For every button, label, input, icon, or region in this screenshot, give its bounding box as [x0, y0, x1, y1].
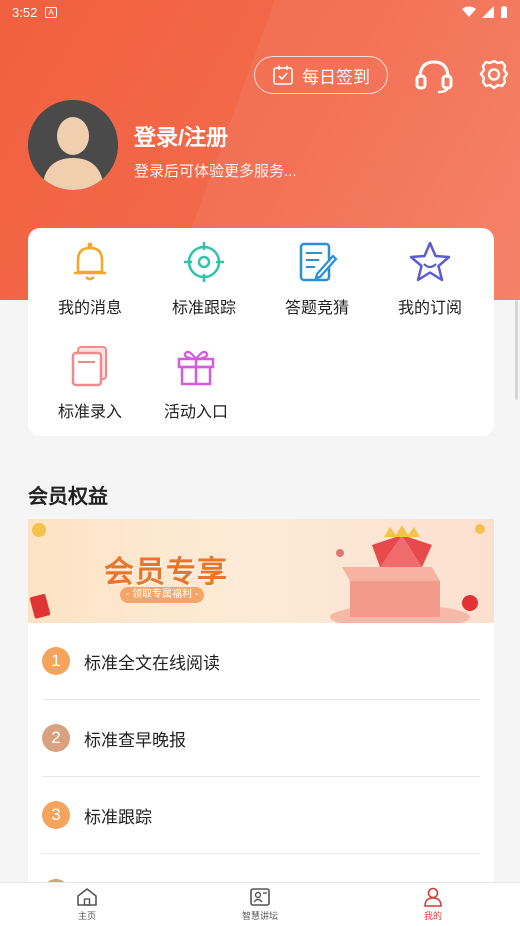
- membership-benefits-list: 1 标准全文在线阅读 2 标准查早晚报 3 标准跟踪: [28, 623, 494, 893]
- tab-label: 智慧讲坛: [241, 911, 278, 921]
- documents-icon: [71, 346, 107, 387]
- tab-label: 我的: [423, 911, 442, 921]
- benefit-number-badge: 1: [42, 647, 70, 675]
- benefit-label: 标准跟踪: [84, 807, 152, 827]
- benefit-item[interactable]: 1 标准全文在线阅读: [42, 623, 480, 700]
- avatar[interactable]: [28, 100, 118, 190]
- benefit-number-badge: 2: [42, 724, 70, 752]
- menu-quiz[interactable]: 答题竞猜: [262, 240, 372, 318]
- quick-menu-card: 我的消息 标准跟踪 答题竞猜 我的订阅 标准录入 活动入口: [28, 228, 494, 436]
- edit-doc-icon: [299, 242, 338, 282]
- tab-lecture[interactable]: 智慧讲坛: [220, 887, 300, 922]
- wifi-icon: [462, 6, 476, 17]
- calendar-check-icon: [273, 65, 293, 85]
- checkin-label: 每日签到: [302, 67, 370, 87]
- coin-icon: [32, 523, 46, 537]
- bottom-tab-bar: 主页 智慧讲坛 我的: [0, 882, 520, 926]
- membership-banner[interactable]: 会员专享 - 领取专属福利 -: [28, 519, 494, 623]
- default-avatar-icon: [28, 100, 118, 190]
- menu-label: 标准跟踪: [171, 300, 236, 317]
- user-icon: [424, 887, 442, 907]
- menu-activity-entry[interactable]: 活动入口: [141, 344, 251, 422]
- menu-label: 我的消息: [57, 300, 122, 317]
- benefit-label: 标准全文在线阅读: [84, 653, 220, 673]
- menu-label: 标准录入: [57, 404, 122, 421]
- menu-my-messages[interactable]: 我的消息: [35, 240, 145, 318]
- tab-label: 主页: [77, 911, 96, 921]
- login-subtitle: 登录后可体验更多服务...: [134, 163, 297, 180]
- tab-home[interactable]: 主页: [47, 887, 127, 922]
- red-envelope-icon: [30, 594, 51, 619]
- scrollbar[interactable]: [515, 300, 518, 400]
- star-icon: [409, 241, 451, 282]
- target-icon: [184, 242, 224, 282]
- menu-label: 活动入口: [163, 404, 228, 421]
- status-badge: A: [45, 6, 57, 18]
- menu-label: 答题竞猜: [284, 300, 349, 317]
- lecture-icon: [250, 888, 270, 906]
- tab-mine[interactable]: 我的: [393, 887, 473, 922]
- status-bar: 3:52 A: [0, 0, 520, 24]
- benefit-number-badge: 3: [42, 801, 70, 829]
- banner-subtitle: - 领取专属福利 -: [120, 587, 204, 603]
- login-register-link[interactable]: 登录/注册: [134, 120, 228, 152]
- headset-icon[interactable]: [414, 58, 454, 94]
- gift-box-diamond-icon: [330, 524, 485, 623]
- menu-standard-entry[interactable]: 标准录入: [35, 344, 145, 422]
- home-icon: [77, 888, 97, 906]
- menu-my-subscriptions[interactable]: 我的订阅: [375, 240, 485, 318]
- banner-title: 会员专享: [104, 556, 228, 589]
- membership-section-title: 会员权益: [28, 486, 108, 508]
- status-icons: [462, 5, 508, 19]
- benefit-label: 标准查早晚报: [84, 730, 186, 750]
- benefit-item[interactable]: 2 标准查早晚报: [42, 700, 480, 777]
- menu-label: 我的订阅: [397, 300, 462, 317]
- battery-icon: [501, 5, 507, 18]
- benefit-item[interactable]: 3 标准跟踪: [42, 777, 480, 854]
- daily-checkin-button[interactable]: 每日签到: [254, 56, 388, 94]
- gift-icon: [177, 350, 215, 386]
- signal-icon: [482, 6, 494, 18]
- bell-icon: [74, 242, 106, 281]
- menu-standard-tracking[interactable]: 标准跟踪: [149, 240, 259, 318]
- gear-icon[interactable]: [478, 58, 510, 92]
- status-time: 3:52: [12, 4, 38, 20]
